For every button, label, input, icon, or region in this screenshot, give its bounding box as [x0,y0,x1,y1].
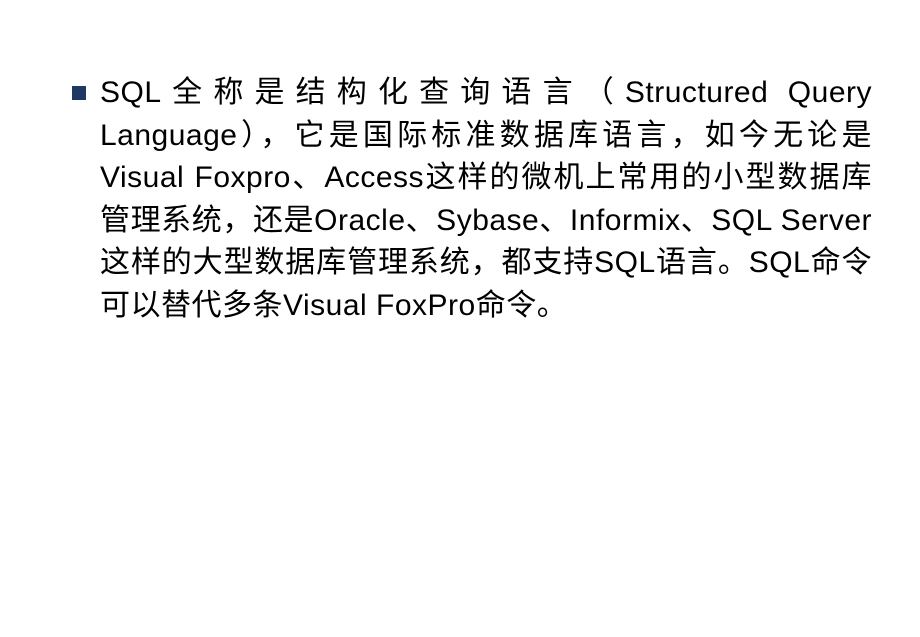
bullet-marker-icon [72,86,86,100]
bullet-text: SQL全称是结构化查询语言（Structured Query Language）… [100,72,872,328]
slide-content: SQL全称是结构化查询语言（Structured Query Language）… [0,0,920,376]
bullet-item: SQL全称是结构化查询语言（Structured Query Language）… [72,72,872,328]
